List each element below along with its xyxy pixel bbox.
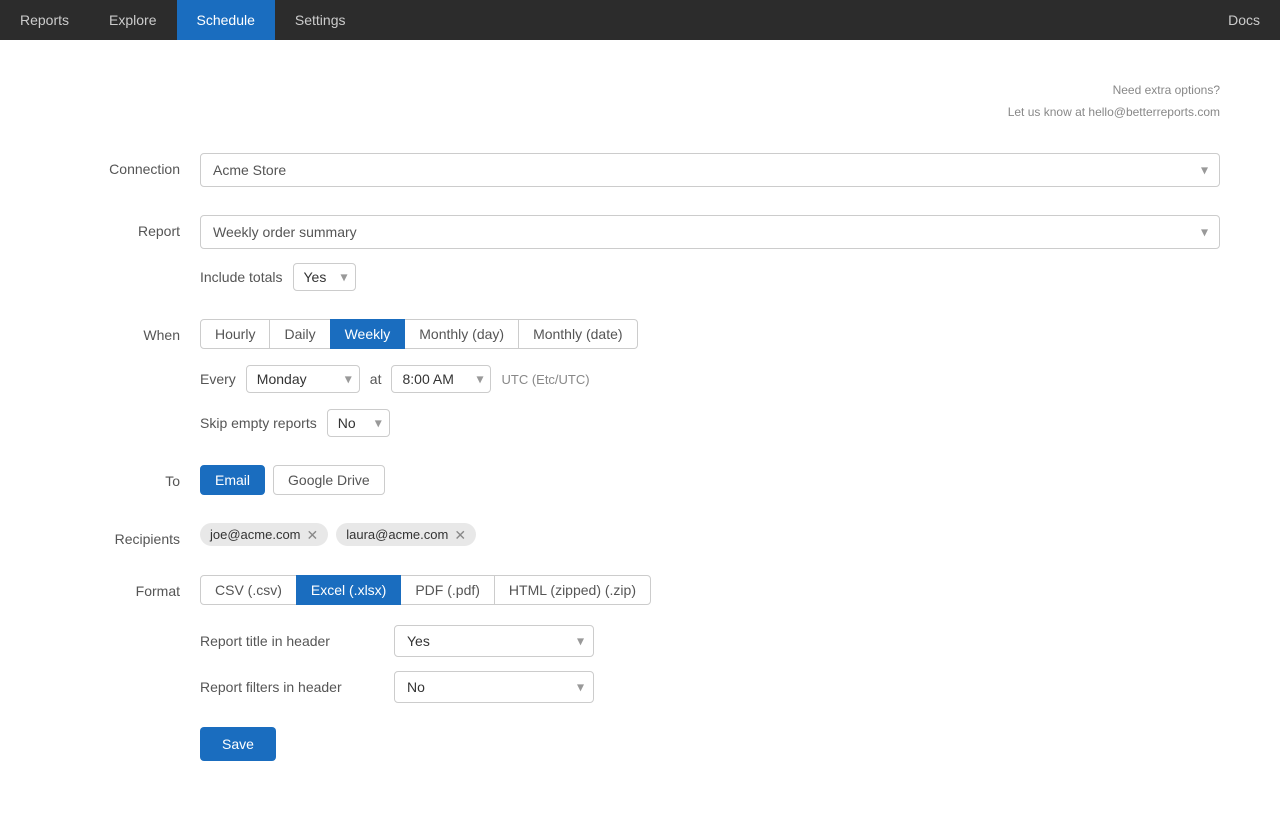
nav-item-settings[interactable]: Settings [275,0,366,40]
at-select[interactable]: 8:00 AM 9:00 AM 10:00 AM [391,365,491,393]
to-button-group: Email Google Drive [200,465,1220,495]
format-button-group: CSV (.csv) Excel (.xlsx) PDF (.pdf) HTML… [200,575,1220,605]
report-title-header-row: Report title in header Yes No [200,625,1220,657]
to-control: Email Google Drive [200,465,1220,495]
format-control: CSV (.csv) Excel (.xlsx) PDF (.pdf) HTML… [200,575,1220,761]
at-select-wrapper: 8:00 AM 9:00 AM 10:00 AM [391,365,491,393]
tab-hourly[interactable]: Hourly [200,319,270,349]
skip-select[interactable]: No Yes [327,409,390,437]
tab-monthly-date[interactable]: Monthly (date) [518,319,637,349]
every-label: Every [200,371,236,387]
nav-docs[interactable]: Docs [1208,12,1280,28]
frequency-tab-group: Hourly Daily Weekly Monthly (day) Monthl… [200,319,1220,349]
remove-recipient-laura[interactable]: ✕ [454,528,466,542]
report-title-header-wrapper: Yes No [394,625,594,657]
to-google-drive-button[interactable]: Google Drive [273,465,385,495]
help-line2: Let us know at hello@betterreports.com [60,102,1220,124]
connection-select-wrapper: Acme Store [200,153,1220,187]
schedule-row: Every Monday Tuesday Wednesday Thursday … [200,365,1220,393]
tab-monthly-day[interactable]: Monthly (day) [404,319,519,349]
remove-recipient-joe[interactable]: ✕ [307,528,319,542]
skip-label: Skip empty reports [200,415,317,431]
top-navigation: Reports Explore Schedule Settings Docs [0,0,1280,40]
format-html[interactable]: HTML (zipped) (.zip) [494,575,651,605]
include-totals-select[interactable]: Yes No [293,263,356,291]
every-select[interactable]: Monday Tuesday Wednesday Thursday Friday… [246,365,360,393]
to-email-button[interactable]: Email [200,465,265,495]
report-filters-header-label: Report filters in header [200,679,380,695]
report-select-wrapper: Weekly order summary [200,215,1220,249]
format-row: Format CSV (.csv) Excel (.xlsx) PDF (.pd… [60,575,1220,761]
help-line1: Need extra options? [60,80,1220,102]
connection-control: Acme Store [200,153,1220,187]
report-label: Report [60,215,200,239]
recipient-email-laura: laura@acme.com [346,527,448,542]
recipient-email-joe: joe@acme.com [210,527,301,542]
to-label: To [60,465,200,489]
recipient-tag-laura: laura@acme.com ✕ [336,523,476,546]
report-row: Report Weekly order summary Include tota… [60,215,1220,291]
save-button[interactable]: Save [200,727,276,761]
connection-row: Connection Acme Store [60,153,1220,187]
recipients-row: Recipients joe@acme.com ✕ laura@acme.com… [60,523,1220,547]
report-control: Weekly order summary Include totals Yes … [200,215,1220,291]
nav-item-explore[interactable]: Explore [89,0,176,40]
at-label: at [370,371,382,387]
nav-item-reports[interactable]: Reports [0,0,89,40]
tab-daily[interactable]: Daily [269,319,330,349]
report-select[interactable]: Weekly order summary [200,215,1220,249]
when-control: Hourly Daily Weekly Monthly (day) Monthl… [200,319,1220,437]
report-filters-header-row: Report filters in header No Yes [200,671,1220,703]
main-content: Need extra options? Let us know at hello… [0,40,1280,829]
tab-weekly[interactable]: Weekly [330,319,406,349]
help-text: Need extra options? Let us know at hello… [60,80,1220,123]
to-row: To Email Google Drive [60,465,1220,495]
include-totals-wrapper: Yes No [293,263,356,291]
connection-select[interactable]: Acme Store [200,153,1220,187]
every-select-wrapper: Monday Tuesday Wednesday Thursday Friday… [246,365,360,393]
recipients-label: Recipients [60,523,200,547]
skip-row: Skip empty reports No Yes [200,409,1220,437]
report-title-header-select[interactable]: Yes No [394,625,594,657]
skip-select-wrapper: No Yes [327,409,390,437]
report-title-header-label: Report title in header [200,633,380,649]
recipient-tag-joe: joe@acme.com ✕ [200,523,328,546]
include-totals-label: Include totals [200,269,283,285]
when-label: When [60,319,200,343]
format-csv[interactable]: CSV (.csv) [200,575,297,605]
format-excel[interactable]: Excel (.xlsx) [296,575,401,605]
when-row: When Hourly Daily Weekly Monthly (day) M… [60,319,1220,437]
report-filters-header-wrapper: No Yes [394,671,594,703]
recipients-area: joe@acme.com ✕ laura@acme.com ✕ [200,523,1220,546]
format-label: Format [60,575,200,599]
timezone-label: UTC (Etc/UTC) [501,372,589,387]
report-filters-header-select[interactable]: No Yes [394,671,594,703]
format-pdf[interactable]: PDF (.pdf) [400,575,495,605]
connection-label: Connection [60,153,200,177]
recipients-control: joe@acme.com ✕ laura@acme.com ✕ [200,523,1220,546]
nav-item-schedule[interactable]: Schedule [177,0,275,40]
